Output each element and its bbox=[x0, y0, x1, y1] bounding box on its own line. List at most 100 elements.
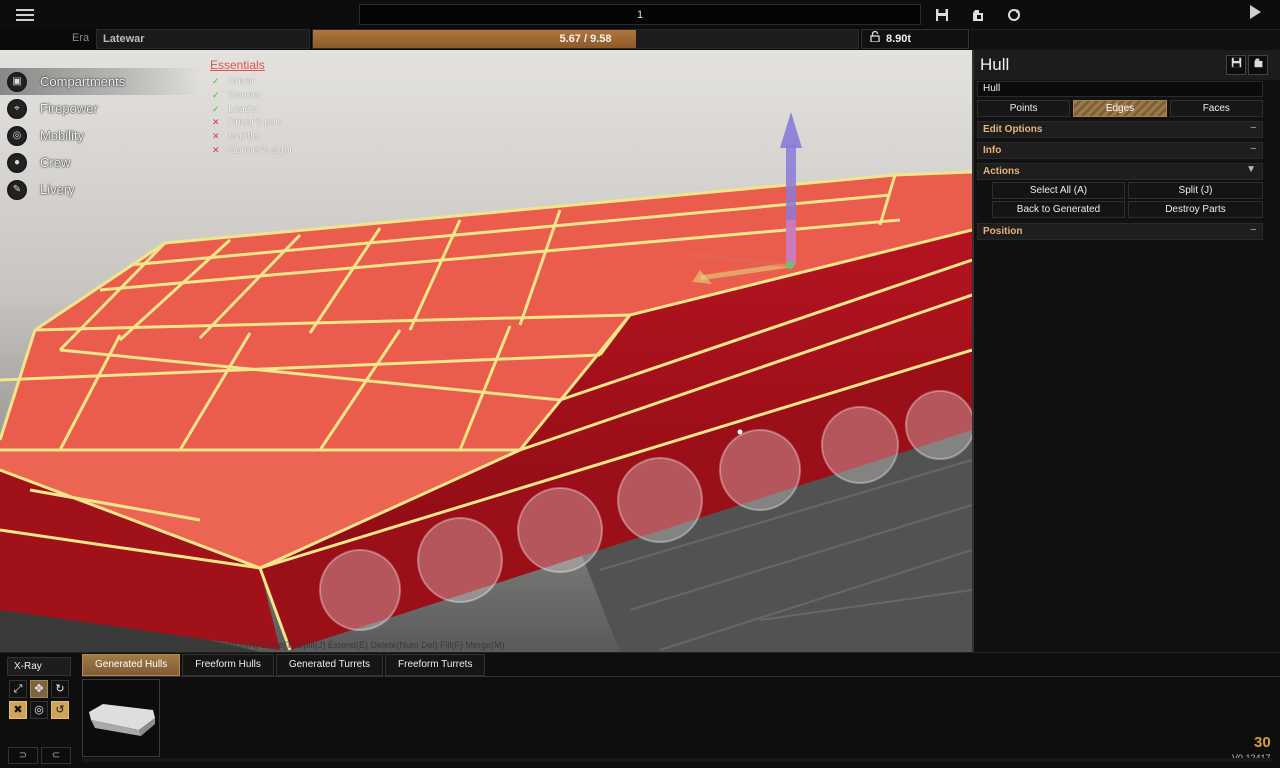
category-mobility[interactable]: ◎ Mobility bbox=[0, 122, 200, 149]
category-compartments[interactable]: ▣ Compartments bbox=[0, 68, 200, 95]
redo-icon[interactable]: ⊂ bbox=[41, 747, 71, 764]
era-label: Era bbox=[72, 32, 90, 44]
actions-section[interactable]: Actions ▼ bbox=[977, 163, 1263, 180]
person-icon: ● bbox=[7, 152, 27, 173]
essentials-title[interactable]: Essentials bbox=[210, 58, 370, 72]
move-tool-icon[interactable]: ✥ bbox=[30, 680, 48, 698]
bottom-bar: X-Ray ⤢ ✥ ↻ ✖ ◎ ↺ ⊃ ⊂ Generated Hulls Fre… bbox=[0, 652, 1280, 768]
cross-icon: ✕ bbox=[212, 131, 220, 142]
check-icon: ✓ bbox=[212, 76, 220, 87]
actions-label: Actions bbox=[983, 166, 1020, 177]
weight-text: 8.90t bbox=[886, 33, 912, 45]
stat-bar: Era Latewar 5.67 / 9.58 8.90t bbox=[0, 28, 970, 50]
snap-tool-icon[interactable]: ✖ bbox=[9, 701, 27, 719]
cross-icon: ✕ bbox=[212, 117, 220, 128]
panel-save-icon[interactable] bbox=[1226, 55, 1246, 75]
refresh-icon[interactable] bbox=[1004, 5, 1024, 25]
cross-icon: ✕ bbox=[212, 144, 220, 155]
edit-options-label: Edit Options bbox=[983, 124, 1043, 135]
menu-icon[interactable] bbox=[14, 6, 36, 24]
edit-mode-selector: Points Edges Faces bbox=[977, 100, 1263, 117]
fps-counter: 30 bbox=[1254, 734, 1271, 751]
info-label: Info bbox=[983, 145, 1002, 156]
cycle-tool-icon[interactable]: ↺ bbox=[51, 701, 69, 719]
essential-label: Driver bbox=[228, 76, 255, 88]
collapse-icon[interactable]: – bbox=[1250, 224, 1256, 235]
target-tool-icon[interactable]: ◎ bbox=[30, 701, 48, 719]
tab-freeform-hulls[interactable]: Freeform Hulls bbox=[182, 654, 274, 676]
tab-freeform-turrets[interactable]: Freeform Turrets bbox=[385, 654, 486, 676]
library-tabs: Generated Hulls Freeform Hulls Generated T… bbox=[82, 654, 486, 676]
category-firepower[interactable]: ⌖ Firepower bbox=[0, 95, 200, 122]
undo-icon[interactable]: ⊃ bbox=[8, 747, 38, 764]
brush-icon: ✎ bbox=[7, 179, 27, 200]
wheel-icon: ◎ bbox=[7, 125, 27, 146]
keyboard-hints: Select(RMB) Move(G) Resize(S) Rotate(R) … bbox=[8, 640, 505, 650]
essential-item: ✓ Loader bbox=[210, 102, 370, 116]
category-menu: ▣ Compartments ⌖ Firepower ◎ Mobility ● Crew ✎ Li… bbox=[0, 68, 200, 203]
category-label: Firepower bbox=[40, 101, 98, 116]
weight-lock-icon[interactable] bbox=[870, 30, 880, 48]
hull-panel: Hull Hull Points Edges Faces Edit Options … bbox=[972, 50, 1280, 652]
save-icon[interactable] bbox=[932, 5, 952, 25]
cost-progress-bar: 5.67 / 9.58 bbox=[312, 29, 859, 49]
panel-load-icon[interactable] bbox=[1248, 55, 1268, 75]
position-label: Position bbox=[983, 226, 1023, 237]
library-scrollbar[interactable] bbox=[82, 758, 1272, 762]
essential-label: Gunner's sight bbox=[228, 144, 293, 156]
mode-points-button[interactable]: Points bbox=[977, 100, 1071, 117]
essential-label: Mantlet bbox=[228, 131, 261, 143]
back-to-generated-button[interactable]: Back to Generated bbox=[992, 201, 1125, 218]
era-dropdown[interactable]: Latewar bbox=[96, 29, 310, 49]
tab-divider bbox=[82, 676, 1280, 677]
category-label: Livery bbox=[40, 182, 75, 197]
split-button[interactable]: Split (J) bbox=[1128, 182, 1263, 199]
edit-options-section[interactable]: Edit Options – bbox=[977, 121, 1263, 138]
position-section[interactable]: Position – bbox=[977, 223, 1263, 240]
category-crew[interactable]: ● Crew bbox=[0, 149, 200, 176]
gun-icon: ⌖ bbox=[7, 98, 27, 119]
play-icon[interactable] bbox=[1244, 4, 1266, 26]
check-icon: ✓ bbox=[212, 90, 220, 101]
select-all-button[interactable]: Select All (A) bbox=[992, 182, 1125, 199]
collapse-icon[interactable]: – bbox=[1250, 122, 1256, 133]
xray-toggle[interactable]: X-Ray bbox=[7, 657, 71, 676]
resize-tool-icon[interactable]: ⤢ bbox=[9, 680, 27, 698]
3d-viewport[interactable]: ▣ Compartments ⌖ Firepower ◎ Mobility ● Crew ✎ Li… bbox=[0, 50, 972, 652]
essential-label: Driver's port bbox=[228, 117, 282, 129]
load-icon[interactable] bbox=[968, 5, 988, 25]
essential-item: ✓ Driver bbox=[210, 75, 370, 89]
hull-library bbox=[82, 679, 1272, 759]
essential-item: ✕ Gunner's sight bbox=[210, 143, 370, 157]
panel-title: Hull bbox=[980, 55, 1010, 74]
hull-preview-icon bbox=[89, 704, 155, 736]
hull-thumbnail[interactable] bbox=[82, 679, 160, 757]
category-label: Compartments bbox=[40, 74, 126, 89]
top-bar bbox=[0, 0, 1280, 30]
expand-icon[interactable]: ▼ bbox=[1246, 164, 1256, 175]
mode-faces-button[interactable]: Faces bbox=[1169, 100, 1263, 117]
weight-display: 8.90t bbox=[861, 29, 969, 49]
category-livery[interactable]: ✎ Livery bbox=[0, 176, 200, 203]
gizmo-center[interactable] bbox=[786, 261, 794, 269]
tab-generated-hulls[interactable]: Generated Hulls bbox=[82, 654, 181, 676]
cost-text: 5.67 / 9.58 bbox=[559, 33, 612, 45]
essential-item: ✕ Driver's port bbox=[210, 116, 370, 130]
cube-icon: ▣ bbox=[7, 71, 27, 92]
essential-item: ✕ Mantlet bbox=[210, 130, 370, 144]
rotate-tool-icon[interactable]: ↻ bbox=[51, 680, 69, 698]
destroy-parts-button[interactable]: Destroy Parts bbox=[1128, 201, 1263, 218]
vehicle-name-input[interactable] bbox=[359, 4, 921, 25]
category-label: Crew bbox=[40, 155, 71, 170]
essential-label: Gunner bbox=[228, 90, 262, 102]
collapse-icon[interactable]: – bbox=[1250, 143, 1256, 154]
essentials-list: Essentials ✓ Driver ✓ Gunner ✓ Loader ✕ Driver'… bbox=[210, 58, 370, 157]
category-label: Mobility bbox=[40, 128, 85, 143]
panel-header: Hull bbox=[974, 50, 1280, 80]
mode-edges-button[interactable]: Edges bbox=[1073, 100, 1167, 117]
essential-label: Loader bbox=[228, 103, 260, 115]
hull-name-field[interactable]: Hull bbox=[977, 81, 1263, 97]
check-icon: ✓ bbox=[212, 103, 220, 114]
info-section[interactable]: Info – bbox=[977, 142, 1263, 159]
tab-generated-turrets[interactable]: Generated Turrets bbox=[275, 654, 383, 676]
